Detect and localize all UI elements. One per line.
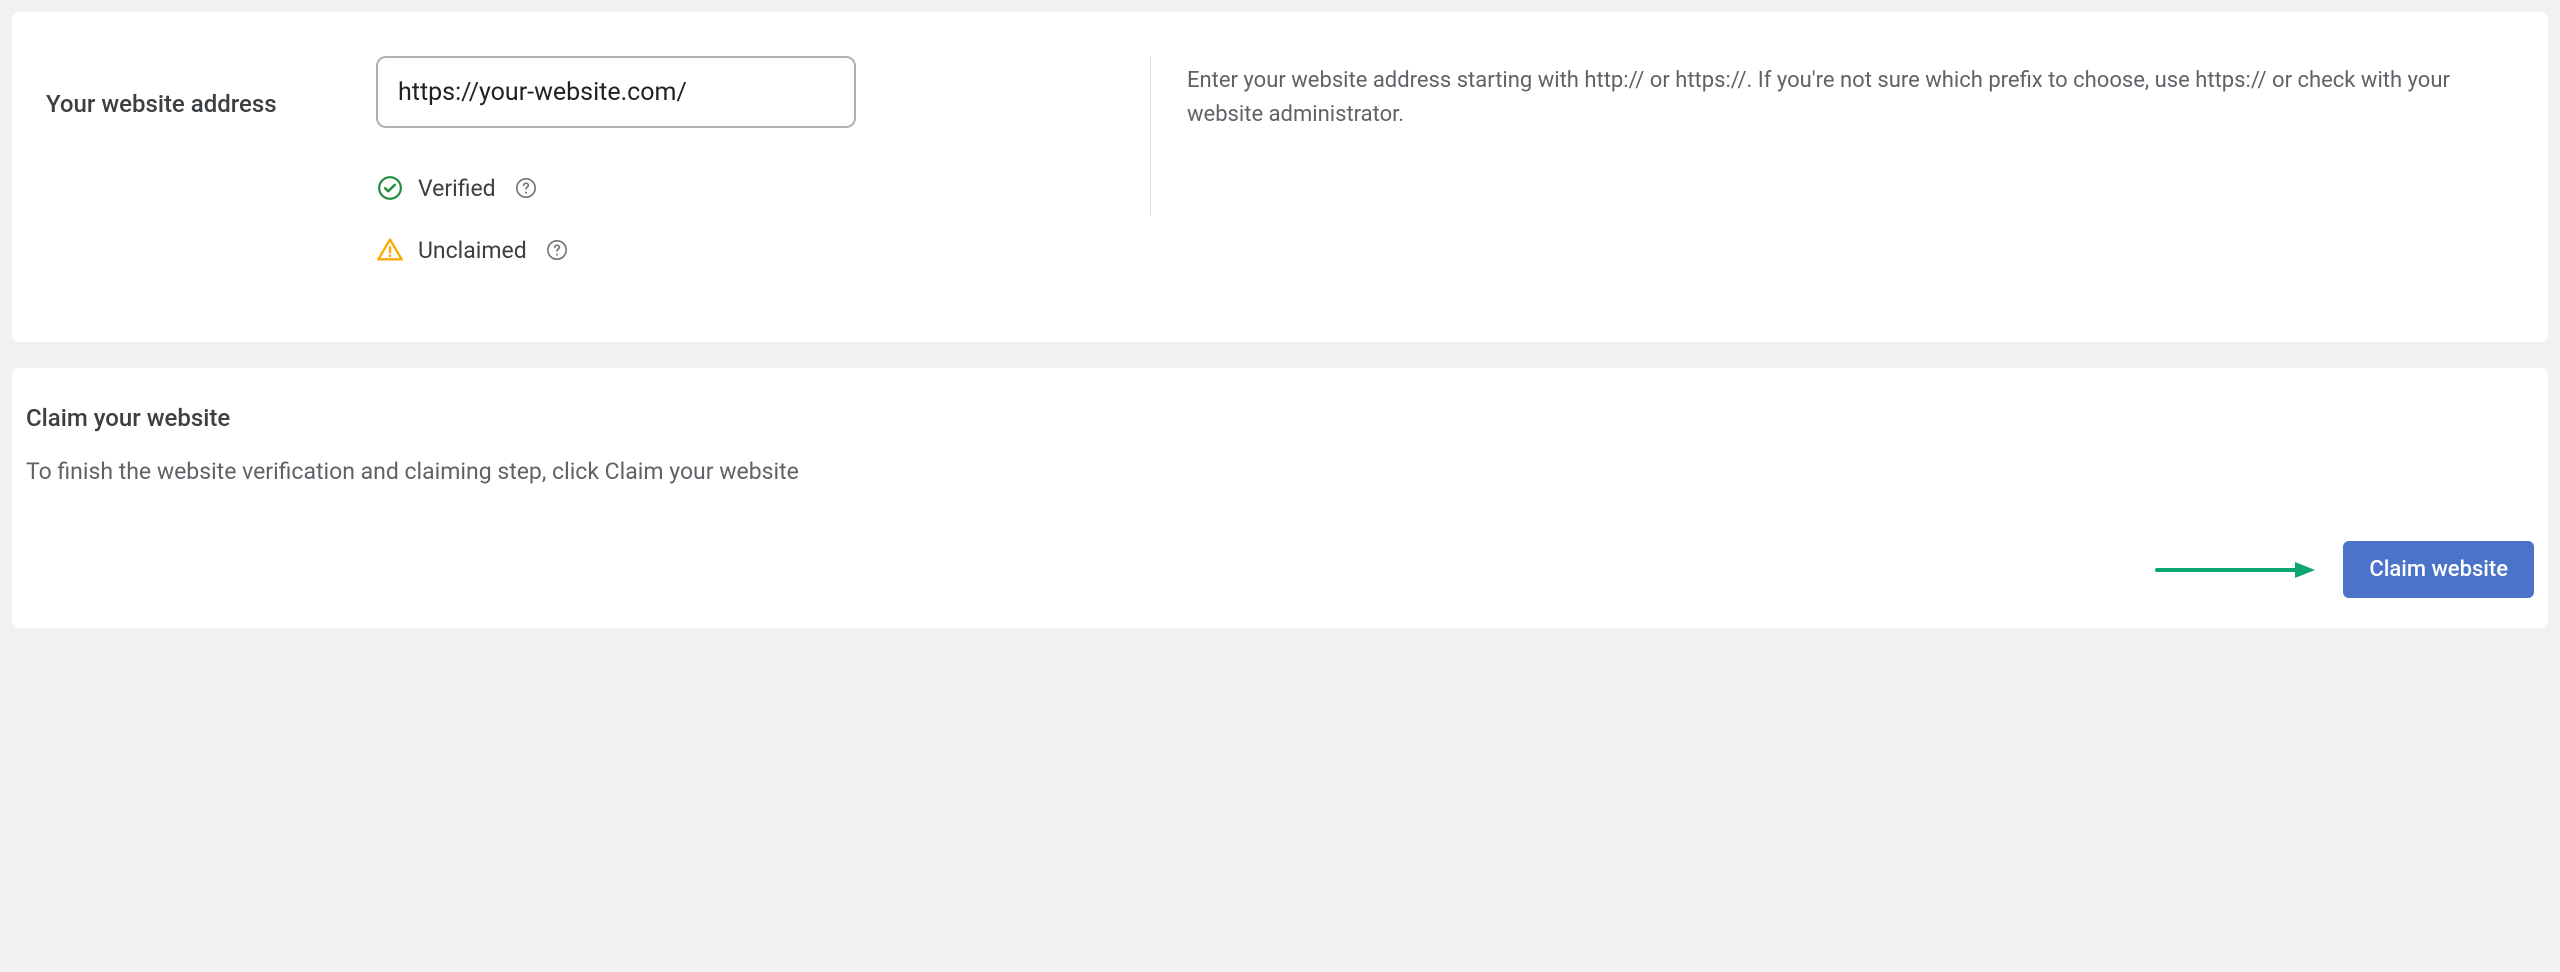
status-verified-label: Verified: [418, 175, 496, 202]
claim-website-card: Claim your website To finish the website…: [12, 368, 2548, 628]
status-verified: Verified: [376, 174, 1116, 202]
help-icon[interactable]: [545, 238, 569, 262]
website-address-card: Your website address Verified: [12, 12, 2548, 342]
claim-section-heading: Claim your website: [26, 404, 2534, 432]
claim-section-description: To finish the website verification and c…: [26, 458, 2534, 485]
help-icon[interactable]: [514, 176, 538, 200]
input-column: Verified: [376, 56, 1116, 298]
status-list: Verified: [376, 174, 1116, 264]
warning-triangle-icon: [376, 236, 404, 264]
website-address-label: Your website address: [46, 90, 376, 118]
help-column: Enter your website address starting with…: [1150, 56, 2514, 216]
arrow-right-icon: [2155, 558, 2315, 582]
website-address-row: Your website address Verified: [46, 56, 2514, 298]
website-help-text: Enter your website address starting with…: [1187, 64, 2514, 132]
status-unclaimed: Unclaimed: [376, 236, 1116, 264]
label-column: Your website address: [46, 56, 376, 298]
claim-website-button[interactable]: Claim website: [2343, 541, 2534, 598]
checkmark-circle-icon: [376, 174, 404, 202]
claim-button-row: Claim website: [26, 541, 2534, 598]
website-url-input[interactable]: [376, 56, 856, 128]
status-unclaimed-label: Unclaimed: [418, 237, 527, 264]
